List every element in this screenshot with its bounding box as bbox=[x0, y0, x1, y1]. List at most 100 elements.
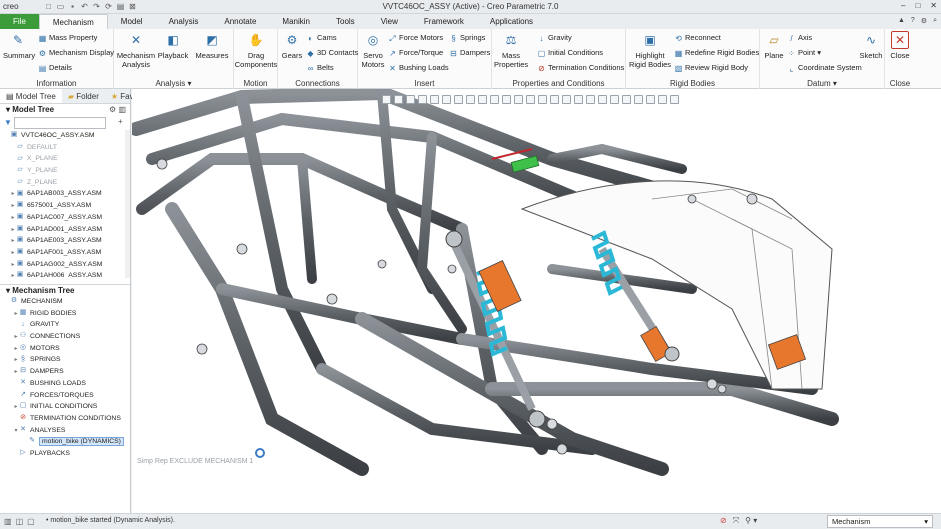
plane-button[interactable]: ▱ Plane bbox=[762, 31, 786, 61]
mechanism-tree-item[interactable]: ▸ § SPRINGS bbox=[4, 354, 130, 366]
find-icon[interactable]: ⚲ ▾ bbox=[745, 516, 757, 526]
view-manager-icon[interactable] bbox=[466, 95, 475, 104]
add-filter-icon[interactable]: + bbox=[118, 117, 123, 126]
tab-framework[interactable]: Framework bbox=[411, 14, 477, 29]
tab-tools[interactable]: Tools bbox=[323, 14, 368, 29]
filter-icon[interactable]: ▼ bbox=[4, 118, 12, 127]
point-button[interactable]: ⁘ Point ▾ bbox=[787, 47, 821, 58]
mechanism-tree-item[interactable]: ⚙ MECHANISM bbox=[4, 296, 130, 308]
tab-folder-browser[interactable]: ▰ Folder bbox=[62, 89, 105, 103]
belts-button[interactable]: ∞ Belts bbox=[306, 62, 334, 73]
model-tree-item[interactable]: ▸ ▣ 6AP1AF001_ASSY.ASM bbox=[4, 247, 125, 259]
select-mode-icon[interactable]: ⤧ bbox=[733, 516, 739, 526]
gravity-display-icon[interactable] bbox=[646, 95, 655, 104]
point-display-icon[interactable] bbox=[550, 95, 559, 104]
dampers-button[interactable]: ⊟ Dampers bbox=[449, 47, 490, 58]
axis-button[interactable]: / Axis bbox=[787, 32, 812, 43]
highlight-rigid-bodies-button[interactable]: ▣ Highlight Rigid Bodies bbox=[628, 31, 672, 70]
tab-file[interactable]: File bbox=[0, 14, 39, 29]
springs-button[interactable]: § Springs bbox=[449, 32, 485, 43]
fullscreen-icon[interactable]: ▢ bbox=[27, 517, 35, 526]
annotation-display-icon[interactable] bbox=[514, 95, 523, 104]
section-icon[interactable] bbox=[490, 95, 499, 104]
mechanism-tree-item[interactable]: ▷ PLAYBACKS bbox=[4, 448, 130, 460]
tree-settings-icon[interactable]: ⚙ bbox=[109, 105, 116, 114]
details-button[interactable]: ▤ Details bbox=[38, 62, 72, 73]
joint-display-icon[interactable] bbox=[586, 95, 595, 104]
drag-components-button[interactable]: ✋ Drag Components bbox=[234, 31, 278, 70]
mechanism-tree-item[interactable]: ▸ ⚇ CONNECTIONS bbox=[4, 331, 130, 343]
model-tree-item[interactable]: ▱ DEFAULT bbox=[4, 142, 125, 154]
gravity-button[interactable]: ↓ Gravity bbox=[537, 32, 572, 43]
tab-annotate[interactable]: Annotate bbox=[211, 14, 269, 29]
bushing-loads-button[interactable]: ✕ Bushing Loads bbox=[388, 62, 448, 73]
tab-analysis[interactable]: Analysis bbox=[156, 14, 212, 29]
zoom-out-icon[interactable] bbox=[406, 95, 415, 104]
initial-conditions-button[interactable]: ▢ Initial Conditions bbox=[537, 47, 603, 58]
termination-conditions-button[interactable]: ⊘ Termination Conditions bbox=[537, 62, 624, 73]
review-rigid-body-button[interactable]: ▧ Review Rigid Body bbox=[674, 62, 748, 73]
csys-display-icon[interactable] bbox=[562, 95, 571, 104]
model-tree-search-input[interactable] bbox=[14, 117, 106, 129]
plane-display-icon[interactable] bbox=[574, 95, 583, 104]
mechanism-tree-item[interactable]: ✕ BUSHING LOADS bbox=[4, 378, 130, 390]
mechanism-tree-item[interactable]: ▸ ◎ MOTORS bbox=[4, 343, 130, 355]
group-label-datum[interactable]: Datum ▾ bbox=[760, 79, 884, 88]
force-torque-button[interactable]: ↗ Force/Torque bbox=[388, 47, 443, 58]
model-tree-item[interactable]: ▸ ▣ 6AP1AD001_ASSY.ASM bbox=[4, 224, 125, 236]
close-mechanism-button[interactable]: ✕ Close bbox=[887, 31, 913, 60]
mechanism-tree-item[interactable]: ↗ FORCES/TORQUES bbox=[4, 390, 130, 402]
mass-properties-button[interactable]: ⚖ Mass Properties bbox=[494, 31, 528, 70]
model-tree-item[interactable]: ▸ ▣ 6AP1AE003_ASSY.ASM bbox=[4, 235, 125, 247]
perspective-icon[interactable] bbox=[478, 95, 487, 104]
summary-button[interactable]: ✎ Summary bbox=[3, 31, 35, 61]
graphics-viewport[interactable]: Simp Rep EXCLUDE MECHANISM 1 bbox=[132, 89, 941, 513]
minimize-button[interactable]: – bbox=[901, 1, 905, 10]
tab-model-tree[interactable]: ▤ Model Tree bbox=[0, 89, 62, 103]
refit-icon[interactable] bbox=[382, 95, 391, 104]
regeneration-status-icon[interactable]: ⊘ bbox=[720, 516, 727, 526]
mechanism-tree-item[interactable]: ▸ ▢ INITIAL CONDITIONS bbox=[4, 401, 130, 413]
mechanism-tree-item[interactable]: ↓ GRAVITY bbox=[4, 319, 130, 331]
mechanism-analysis-button[interactable]: ✕ Mechanism Analysis bbox=[116, 31, 156, 70]
zoom-in-icon[interactable] bbox=[394, 95, 403, 104]
tab-view[interactable]: View bbox=[368, 14, 411, 29]
spin-center-toggle-icon[interactable] bbox=[526, 95, 535, 104]
model-tree-item[interactable]: ▸ ▣ 6AP1AC007_ASSY.ASM bbox=[4, 212, 125, 224]
sketch-button[interactable]: ∿ Sketch bbox=[858, 31, 884, 61]
mechanism-tree-item[interactable]: ▸ ▦ RIGID BODIES bbox=[4, 308, 130, 320]
3d-contacts-button[interactable]: ◆ 3D Contacts bbox=[306, 47, 358, 58]
coordinate-system-button[interactable]: ⌞ Coordinate System bbox=[787, 62, 862, 73]
maximize-button[interactable]: □ bbox=[915, 1, 920, 10]
model-tree-item[interactable]: ▸ ▣ 6575001_ASSY.ASM bbox=[4, 200, 125, 212]
model-tree-item[interactable]: ▣ VVTC46OC_ASSY.ASM bbox=[4, 130, 125, 142]
redefine-rigid-bodies-button[interactable]: ▦ Redefine Rigid Bodies bbox=[674, 47, 760, 58]
force-motors-button[interactable]: ⤢ Force Motors bbox=[388, 32, 443, 43]
axis-display-icon[interactable] bbox=[538, 95, 547, 104]
measures-button[interactable]: ◩ Measures bbox=[194, 31, 230, 61]
mechanism-tree-item[interactable]: ▸ ⊟ DAMPERS bbox=[4, 366, 130, 378]
browser-toggle-icon[interactable]: ◫ bbox=[16, 517, 24, 526]
more-options-icon[interactable] bbox=[670, 95, 679, 104]
help-icon[interactable]: ? bbox=[911, 17, 915, 25]
tab-model[interactable]: Model bbox=[108, 14, 156, 29]
model-tree-item[interactable]: ▱ Y_PLANE bbox=[4, 165, 125, 177]
repaint-icon[interactable] bbox=[418, 95, 427, 104]
model-tree-item[interactable]: ▱ X_PLANE bbox=[4, 153, 125, 165]
navigator-toggle-icon[interactable]: ▥ bbox=[4, 517, 12, 526]
reconnect-button[interactable]: ⟲ Reconnect bbox=[674, 32, 721, 43]
search-help-icon[interactable]: ⌕ bbox=[933, 17, 937, 25]
datum-display-icon[interactable] bbox=[502, 95, 511, 104]
mechanism-tree-item[interactable]: ▾ ✕ ANALYSES bbox=[4, 425, 130, 437]
display-style-icon[interactable] bbox=[454, 95, 463, 104]
playback-button[interactable]: ◧ Playback bbox=[156, 31, 190, 61]
tab-manikin[interactable]: Manikin bbox=[269, 14, 323, 29]
mass-property-button[interactable]: ▦ Mass Property bbox=[38, 32, 98, 43]
spring-display-icon[interactable] bbox=[598, 95, 607, 104]
servo-motors-button[interactable]: ◎ Servo Motors bbox=[359, 31, 387, 70]
selection-filter-dropdown[interactable]: Mechanism ▾ bbox=[827, 515, 933, 528]
pause-icon[interactable] bbox=[658, 95, 667, 104]
model-tree-item[interactable]: ▸ ▣ 6AP1AH006_ASSY.ASM bbox=[4, 270, 125, 278]
tab-applications[interactable]: Applications bbox=[477, 14, 546, 29]
saved-views-icon[interactable] bbox=[442, 95, 451, 104]
